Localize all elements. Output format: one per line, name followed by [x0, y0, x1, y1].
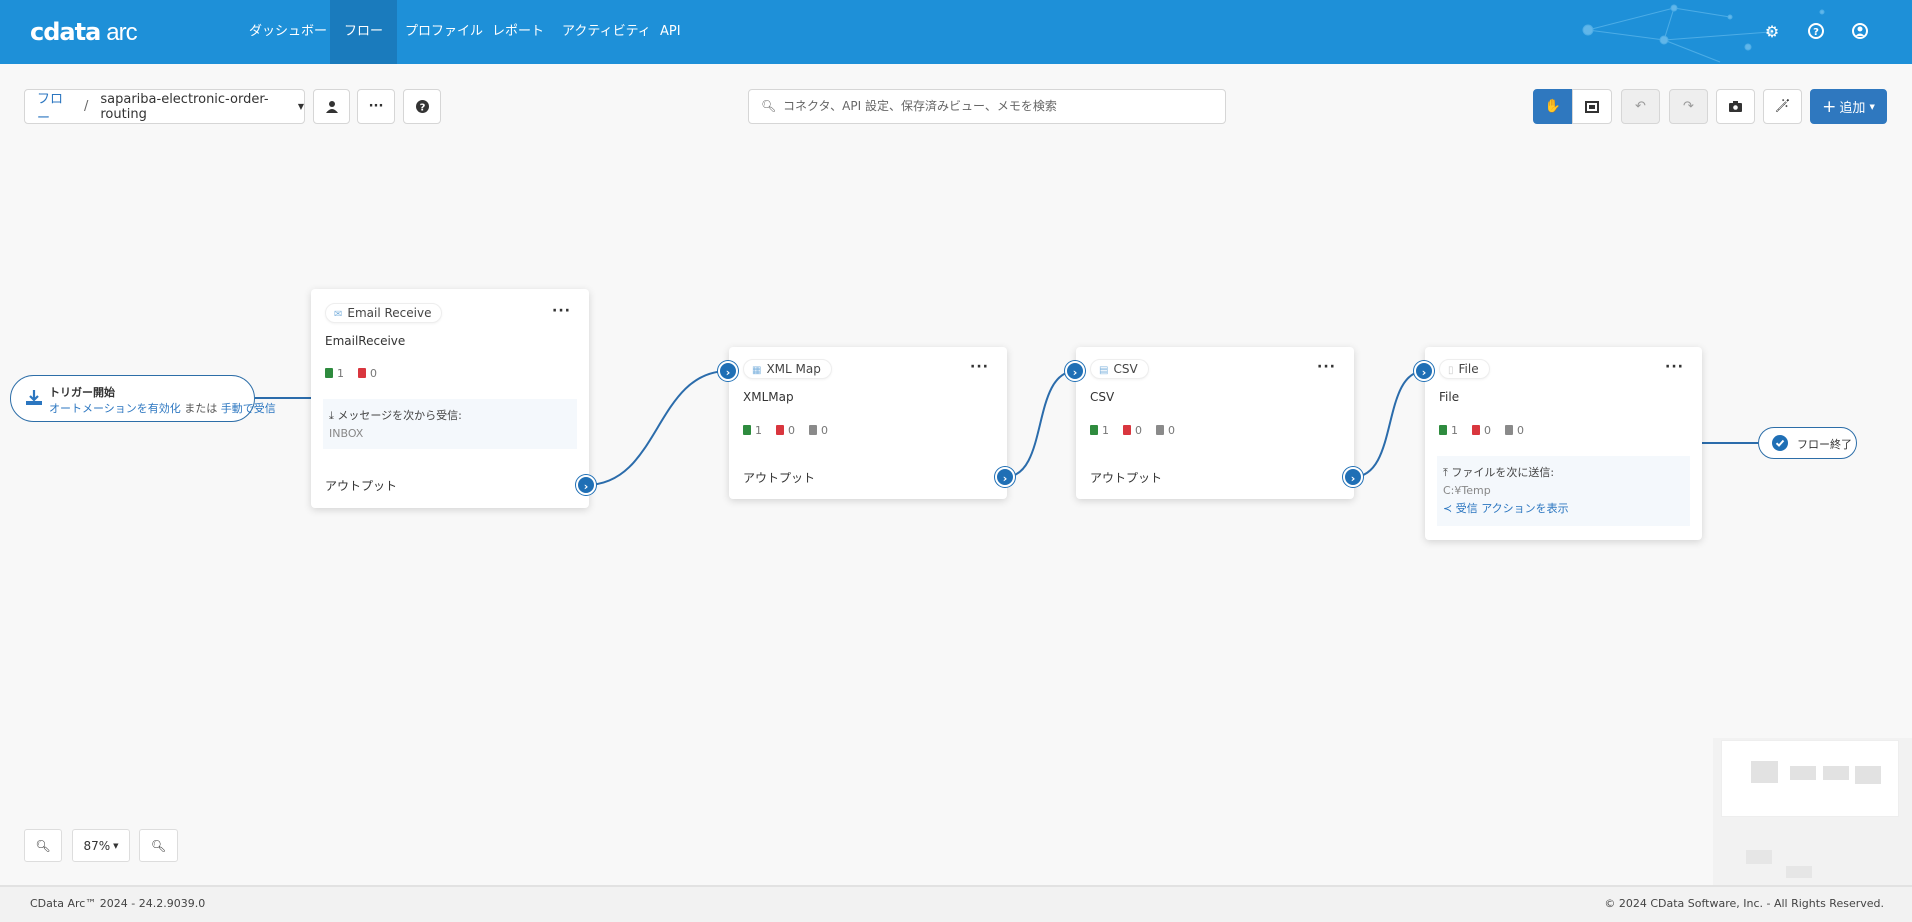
download-icon — [26, 390, 42, 405]
inbox-download-icon: ⤓ — [329, 409, 334, 422]
connector-type-badge: ✉ Email Receive — [325, 303, 443, 323]
connector-card-xmlmap[interactable]: ▦ XML Map ··· XMLMap 1 0 0 アウトプット — [729, 347, 1007, 499]
pending-count[interactable]: 0 — [1156, 424, 1175, 437]
card-menu-button[interactable]: ··· — [970, 359, 989, 375]
email-icon: ✉ — [334, 309, 343, 320]
connector-name: File — [1439, 390, 1460, 404]
zoom-in-icon: 🔍︎ — [35, 838, 51, 853]
file-icon: ▯ — [1448, 365, 1454, 376]
mailbox-folder: INBOX — [329, 427, 364, 440]
output-label: アウトプット — [325, 479, 398, 493]
check-circle-icon — [1772, 435, 1788, 451]
success-count[interactable]: 1 — [325, 367, 344, 380]
flow-end-node[interactable]: フロー終了 — [1758, 427, 1857, 459]
success-count[interactable]: 1 — [1090, 424, 1109, 437]
zoom-level-dropdown[interactable]: 87% ▼ — [72, 829, 130, 862]
connector-line — [585, 370, 729, 486]
version-text: CData Arc™ 2024 - 24.2.9039.0 — [30, 897, 206, 910]
show-receive-action-link[interactable]: ≺ 受信 アクションを表示 — [1443, 500, 1684, 518]
output-port[interactable]: › — [576, 475, 596, 495]
connector-line — [1004, 370, 1077, 478]
zoom-in-button[interactable]: 🔍︎ — [24, 829, 62, 862]
card-menu-button[interactable]: ··· — [1317, 359, 1336, 375]
connector-card-emailreceive[interactable]: ✉ Email Receive ··· EmailReceive 1 0 ⤓ メッ… — [311, 289, 589, 508]
error-count[interactable]: 0 — [1123, 424, 1142, 437]
footer: CData Arc™ 2024 - 24.2.9039.0 © 2024 CDa… — [0, 885, 1912, 922]
zoom-out-icon: 🔍︎ — [150, 838, 167, 853]
zoom-out-button[interactable]: 🔍︎ — [139, 829, 178, 862]
pending-count[interactable]: 0 — [809, 424, 828, 437]
input-port[interactable]: › — [718, 361, 738, 381]
connector-name: XMLMap — [743, 390, 794, 404]
card-menu-button[interactable]: ··· — [1665, 359, 1684, 375]
connector-type-badge: ▤ CSV — [1090, 359, 1149, 379]
connector-card-file[interactable]: ▯ File ··· File 1 0 0 ⤒ ファイルを次に送信: C:¥Tem… — [1425, 347, 1702, 540]
output-label: アウトプット — [743, 471, 816, 485]
copyright-text: © 2024 CData Software, Inc. - All Rights… — [1604, 897, 1884, 910]
csv-icon: ▤ — [1099, 365, 1109, 376]
target-folder: C:¥Temp — [1443, 484, 1491, 497]
trigger-start-node[interactable]: トリガー開始 オートメーションを有効化 または 手動で受信 — [10, 375, 276, 422]
card-menu-button[interactable]: ··· — [552, 303, 571, 319]
share-icon: ≺ — [1443, 502, 1453, 515]
input-port[interactable]: › — [1065, 361, 1085, 381]
xml-map-icon: ▦ — [752, 365, 762, 376]
error-count[interactable]: 0 — [1472, 424, 1491, 437]
connector-name: EmailReceive — [325, 334, 406, 348]
connector-card-csv[interactable]: ▤ CSV ··· CSV 1 0 0 アウトプット — [1076, 347, 1354, 499]
caret-down-icon: ▼ — [113, 841, 119, 850]
error-count[interactable]: 0 — [776, 424, 795, 437]
connector-name: CSV — [1090, 390, 1115, 404]
connector-line — [1352, 370, 1426, 478]
enable-automation-link[interactable]: オートメーションを有効化 — [49, 402, 181, 415]
receive-info: ⤓ メッセージを次から受信: INBOX — [323, 399, 577, 449]
connector-type-badge: ▯ File — [1439, 359, 1490, 379]
zoom-level: 87% — [83, 838, 111, 853]
error-file-icon — [358, 368, 366, 378]
minimap[interactable] — [1713, 738, 1912, 885]
output-port[interactable]: › — [1343, 467, 1363, 487]
output-port[interactable]: › — [995, 467, 1015, 487]
flow-end-label: フロー終了 — [1797, 438, 1852, 451]
connector-type-badge: ▦ XML Map — [743, 359, 832, 379]
success-file-icon — [325, 368, 333, 378]
manual-receive-link[interactable]: 手動で受信 — [221, 402, 276, 415]
pending-count[interactable]: 0 — [1505, 424, 1524, 437]
trigger-title: トリガー開始 — [49, 386, 115, 399]
error-count[interactable]: 0 — [358, 367, 377, 380]
upload-icon: ⤒ — [1443, 466, 1448, 479]
success-count[interactable]: 1 — [743, 424, 762, 437]
success-count[interactable]: 1 — [1439, 424, 1458, 437]
send-info: ⤒ ファイルを次に送信: C:¥Temp ≺ 受信 アクションを表示 — [1437, 456, 1690, 526]
input-port[interactable]: › — [1414, 361, 1434, 381]
or-text: または — [184, 402, 218, 415]
output-label: アウトプット — [1090, 471, 1163, 485]
